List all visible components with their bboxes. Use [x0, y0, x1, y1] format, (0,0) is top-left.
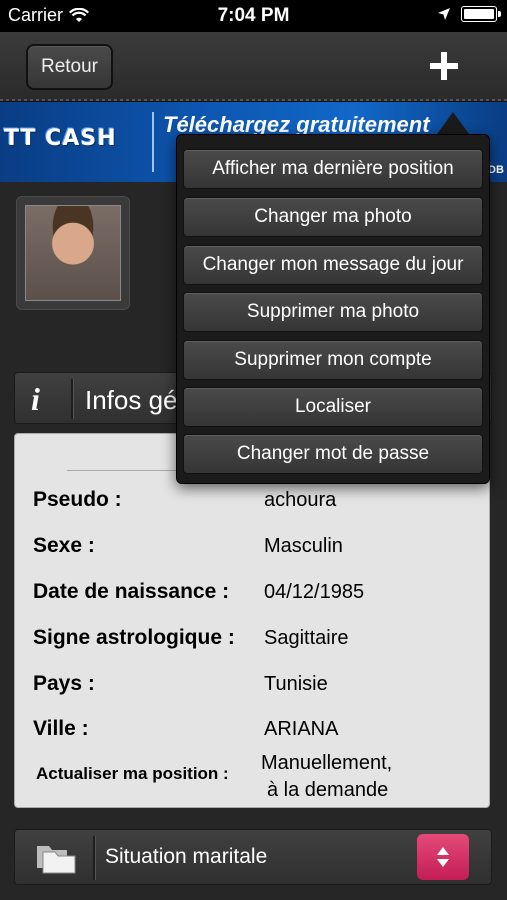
chevron-down-icon [437, 859, 449, 867]
avatar-frame[interactable] [16, 196, 130, 310]
sexe-label: Sexe : [33, 534, 95, 557]
menu-item-show-last-position[interactable]: Afficher ma dernière position [183, 149, 483, 189]
menu-pointer [437, 112, 469, 134]
status-bar: Carrier 7:04 PM [0, 0, 507, 32]
birthdate-label: Date de naissance : [33, 580, 230, 603]
country-value: Tunisie [264, 673, 328, 695]
marital-status-select-button[interactable] [417, 834, 469, 880]
menu-item-delete-photo[interactable]: Supprimer ma photo [183, 292, 483, 332]
marital-status-label: Situation maritale [105, 845, 268, 868]
position-update-label: Actualiser ma position : [36, 764, 229, 783]
add-button[interactable] [424, 46, 464, 86]
pseudo-value: achoura [264, 489, 337, 511]
menu-item-delete-account[interactable]: Supprimer mon compte [183, 340, 483, 380]
sexe-value: Masculin [264, 535, 343, 557]
position-update-value-line2: à la demande [267, 779, 389, 801]
navigation-bar: Retour [0, 32, 507, 102]
menu-item-change-daily-message[interactable]: Changer mon message du jour [183, 245, 483, 285]
status-right [437, 6, 501, 22]
avatar [25, 205, 121, 301]
city-value: ARIANA [264, 718, 339, 740]
location-arrow-icon [438, 8, 450, 20]
position-update-value-line1: Manuellement, [261, 752, 393, 774]
bottom-divider [93, 836, 95, 880]
menu-item-change-password[interactable]: Changer mot de passe [183, 434, 483, 474]
options-menu: Afficher ma dernière position Changer ma… [176, 134, 490, 484]
birthdate-value: 04/12/1985 [264, 581, 365, 603]
status-time: 7:04 PM [217, 5, 290, 26]
menu-item-locate[interactable]: Localiser [183, 387, 483, 427]
back-button[interactable]: Retour [26, 44, 113, 90]
profile-card: Pseudo : achoura Sexe : Masculin Date de… [14, 433, 490, 808]
banner-suffix: DB [488, 164, 504, 176]
zodiac-label: Signe astrologique : [33, 626, 235, 649]
banner-logo: TT CASH [4, 126, 117, 151]
marital-status-bar[interactable]: Situation maritale [14, 829, 492, 885]
city-label: Ville : [33, 717, 89, 740]
plus-icon [430, 52, 458, 80]
chevron-up-icon [437, 847, 449, 855]
banner-divider [152, 112, 154, 172]
pseudo-label: Pseudo : [33, 488, 122, 511]
info-icon: i [31, 381, 40, 417]
battery-icon [461, 6, 501, 22]
header-divider [71, 379, 73, 419]
zodiac-value: Sagittaire [264, 627, 349, 649]
folder-icon [37, 846, 76, 874]
country-label: Pays : [33, 672, 95, 695]
menu-item-change-photo[interactable]: Changer ma photo [183, 197, 483, 237]
